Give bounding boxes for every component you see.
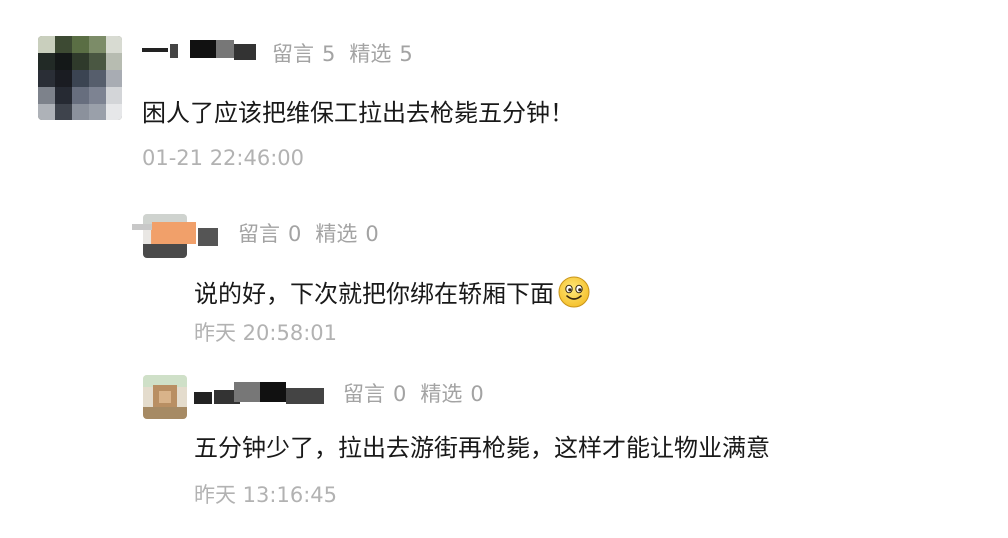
reply-count: 0 <box>288 222 302 246</box>
comment-text-content: 说的好，下次就把你绑在轿厢下面 <box>194 280 554 308</box>
reply-count: 0 <box>393 382 407 406</box>
pick-count: 5 <box>399 42 413 66</box>
comment-stats: 留言 0 精选 0 <box>238 220 379 248</box>
pick-label: 精选 <box>349 42 392 66</box>
redacted-username[interactable] <box>132 220 224 250</box>
comment-stats: 留言 0 精选 0 <box>343 380 484 408</box>
avatar[interactable] <box>38 36 122 120</box>
reply-label: 留言 <box>238 222 280 246</box>
pixelated-avatar-image <box>143 375 187 419</box>
pixelated-avatar-image <box>38 36 122 120</box>
redacted-username[interactable] <box>142 38 260 68</box>
comment-text: 说的好，下次就把你绑在轿厢下面 <box>194 276 590 310</box>
pick-count: 0 <box>365 222 379 246</box>
reply-label: 留言 <box>272 42 314 66</box>
smile-emoji-icon <box>558 276 590 308</box>
redacted-username[interactable] <box>194 380 328 410</box>
comment-text: 困人了应该把维保工拉出去枪毙五分钟！ <box>142 99 574 127</box>
redacted-name-mosaic <box>194 382 324 404</box>
avatar[interactable] <box>143 375 187 419</box>
comment-text: 五分钟少了，拉出去游街再枪毙，这样才能让物业满意 <box>194 434 770 462</box>
reply-count: 5 <box>322 42 336 66</box>
pick-count: 0 <box>470 382 484 406</box>
pick-label: 精选 <box>420 382 463 406</box>
comment-timestamp: 昨天 13:16:45 <box>194 483 337 507</box>
comment-timestamp: 01-21 22:46:00 <box>142 146 305 170</box>
comment-timestamp: 昨天 20:58:01 <box>194 321 337 345</box>
redacted-name-mosaic <box>142 40 256 60</box>
redacted-name-mosaic <box>132 222 218 246</box>
comment-stats: 留言 5 精选 5 <box>272 40 413 68</box>
pick-label: 精选 <box>315 222 358 246</box>
reply-label: 留言 <box>343 382 385 406</box>
